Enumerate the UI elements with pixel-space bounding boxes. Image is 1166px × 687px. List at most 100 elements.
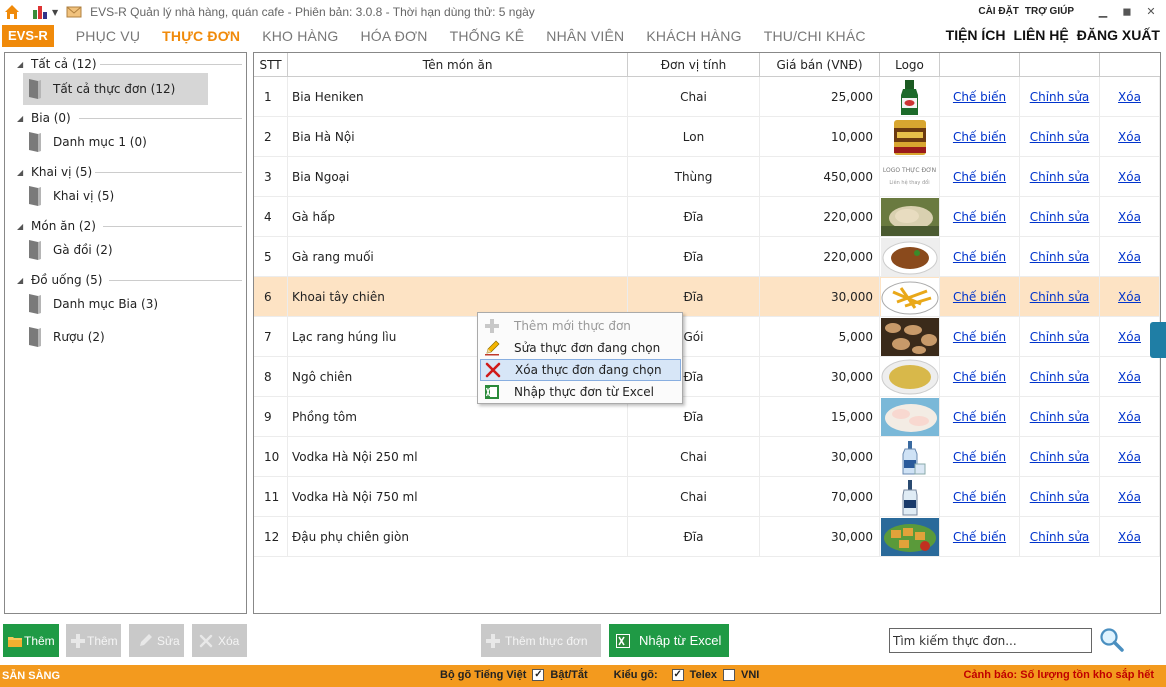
menu-khach-hang[interactable]: KHÁCH HÀNG (646, 28, 741, 44)
menu-nhan-vien[interactable]: NHÂN VIÊN (546, 28, 624, 44)
menu-dang-xuat[interactable]: ĐĂNG XUẤT (1077, 27, 1160, 43)
add-menu-button[interactable]: Thêm thực đơn (481, 624, 601, 657)
delete-link[interactable]: Xóa (1118, 130, 1141, 144)
edit-button[interactable]: Sửa (129, 624, 184, 657)
help-link[interactable]: TRỢ GIÚP (1025, 6, 1074, 17)
delete-link[interactable]: Xóa (1118, 370, 1141, 384)
tree-group-do-uong[interactable]: ◢ Đồ uống (5) (5, 271, 102, 289)
table-row[interactable]: 3 Bia Ngoại Thùng 450,000 LOGO THỰC ĐƠN Liên … (254, 157, 1160, 197)
minimize-icon[interactable]: ▁ (1094, 4, 1112, 18)
edit-link[interactable]: Chỉnh sửa (1030, 290, 1090, 304)
table-row[interactable]: 1 Bia Heniken Chai 25,000 Chế biến Chỉnh sửa X… (254, 77, 1160, 117)
collapse-arrow-icon[interactable]: ◢ (17, 168, 31, 177)
edit-link[interactable]: Chỉnh sửa (1030, 450, 1090, 464)
mail-icon[interactable] (66, 4, 82, 20)
delete-link[interactable]: Xóa (1118, 450, 1141, 464)
table-row[interactable]: 9 Phồng tôm Đĩa 15,000 Chế biến Chỉnh sửa Xóa (254, 397, 1160, 437)
table-row[interactable]: 6 Khoai tây chiên Đĩa 30,000 Chế biến Chỉnh s… (254, 277, 1160, 317)
menu-thu-chi-khac[interactable]: THU/CHI KHÁC (764, 28, 866, 44)
menu-tien-ich[interactable]: TIỆN ÍCH (946, 27, 1006, 43)
brand-button[interactable]: EVS-R (2, 25, 54, 47)
table-row[interactable]: 12 Đậu phụ chiên giòn Đĩa 30,000 Chế biến Chỉ… (254, 517, 1160, 557)
process-link[interactable]: Chế biến (953, 250, 1006, 264)
collapse-arrow-icon[interactable]: ◢ (17, 60, 31, 69)
tree-item-khai-vi[interactable]: Khai vị (5) (23, 180, 114, 212)
telex-checkbox[interactable]: ✓ (671, 669, 684, 681)
search-icon[interactable] (1099, 627, 1125, 653)
edit-link[interactable]: Chỉnh sửa (1030, 250, 1090, 264)
table-row[interactable]: 11 Vodka Hà Nội 750 ml Chai 70,000 Chế biến C… (254, 477, 1160, 517)
maximize-icon[interactable]: ◼ (1118, 4, 1136, 18)
tree-item-ruou[interactable]: Rượu (2) (23, 321, 105, 353)
col-header-stt[interactable]: STT (254, 53, 288, 77)
collapse-arrow-icon[interactable]: ◢ (17, 276, 31, 285)
table-row[interactable]: 8 Ngô chiên Đĩa 30,000 Chế biến Chỉnh sửa Xóa (254, 357, 1160, 397)
tree-group-khai-vi[interactable]: ◢ Khai vị (5) (5, 163, 92, 181)
search-input[interactable] (889, 628, 1092, 653)
col-header-name[interactable]: Tên món ăn (288, 53, 628, 77)
process-link[interactable]: Chế biến (953, 330, 1006, 344)
process-link[interactable]: Chế biến (953, 370, 1006, 384)
ctx-edit-menu[interactable]: Sửa thực đơn đang chọn (480, 337, 681, 359)
side-panel-tab[interactable] (1150, 322, 1166, 358)
ctx-delete-menu[interactable]: Xóa thực đơn đang chọn (480, 359, 681, 381)
edit-link[interactable]: Chỉnh sửa (1030, 130, 1090, 144)
vni-checkbox[interactable] (722, 669, 735, 681)
collapse-arrow-icon[interactable]: ◢ (17, 114, 31, 123)
delete-button[interactable]: Xóa (192, 624, 247, 657)
menu-thong-ke[interactable]: THỐNG KÊ (450, 28, 525, 44)
table-row[interactable]: 4 Gà hấp Đĩa 220,000 Chế biến Chỉnh sửa Xóa (254, 197, 1160, 237)
process-link[interactable]: Chế biến (953, 290, 1006, 304)
add-button[interactable]: Thêm (3, 624, 59, 657)
col-header-unit[interactable]: Đơn vị tính (628, 53, 760, 77)
process-link[interactable]: Chế biến (953, 410, 1006, 424)
home-icon[interactable] (4, 4, 20, 20)
tree-item-all-menu[interactable]: Tất cả thực đơn (12) (23, 73, 208, 105)
table-row[interactable]: 10 Vodka Hà Nội 250 ml Chai 30,000 Chế biến C… (254, 437, 1160, 477)
menu-thuc-don[interactable]: THỰC ĐƠN (162, 28, 240, 44)
table-row[interactable]: 5 Gà rang muối Đĩa 220,000 Chế biến Chỉnh sửa… (254, 237, 1160, 277)
delete-link[interactable]: Xóa (1118, 90, 1141, 104)
process-link[interactable]: Chế biến (953, 450, 1006, 464)
edit-link[interactable]: Chỉnh sửa (1030, 410, 1090, 424)
process-link[interactable]: Chế biến (953, 90, 1006, 104)
import-excel-button[interactable]: Nhập từ Excel (609, 624, 729, 657)
table-row[interactable]: 7 Lạc rang húng lìu Gói 5,000 Chế biến Chỉnh … (254, 317, 1160, 357)
delete-link[interactable]: Xóa (1118, 330, 1141, 344)
settings-link[interactable]: CÀI ĐẶT (978, 6, 1019, 17)
collapse-arrow-icon[interactable]: ◢ (17, 222, 31, 231)
menu-lien-he[interactable]: LIÊN HỆ (1014, 27, 1069, 43)
process-link[interactable]: Chế biến (953, 530, 1006, 544)
onoff-checkbox[interactable]: ✓ (532, 669, 545, 681)
edit-link[interactable]: Chỉnh sửa (1030, 170, 1090, 184)
ctx-import-excel[interactable]: Nhập thực đơn từ Excel (480, 381, 681, 403)
delete-link[interactable]: Xóa (1118, 290, 1141, 304)
tree-group-all[interactable]: ◢ Tất cả (12) (5, 55, 97, 73)
menu-phuc-vu[interactable]: PHỤC VỤ (76, 28, 140, 44)
process-link[interactable]: Chế biến (953, 170, 1006, 184)
tree-group-mon-an[interactable]: ◢ Món ăn (2) (5, 217, 96, 235)
tree-item-danh-muc-bia[interactable]: Danh mục Bia (3) (23, 288, 158, 320)
edit-link[interactable]: Chỉnh sửa (1030, 330, 1090, 344)
edit-link[interactable]: Chỉnh sửa (1030, 210, 1090, 224)
col-header-logo[interactable]: Logo (880, 53, 940, 77)
delete-link[interactable]: Xóa (1118, 170, 1141, 184)
edit-link[interactable]: Chỉnh sửa (1030, 90, 1090, 104)
tree-item-danh-muc-1[interactable]: Danh mục 1 (0) (23, 126, 147, 158)
delete-link[interactable]: Xóa (1118, 210, 1141, 224)
delete-link[interactable]: Xóa (1118, 490, 1141, 504)
tree-item-ga-doi[interactable]: Gà đồi (2) (23, 234, 113, 266)
process-link[interactable]: Chế biến (953, 130, 1006, 144)
delete-link[interactable]: Xóa (1118, 530, 1141, 544)
table-row[interactable]: 2 Bia Hà Nội Lon 10,000 Chế biến Chỉnh sửa Xóa (254, 117, 1160, 157)
process-link[interactable]: Chế biến (953, 210, 1006, 224)
ctx-add-menu[interactable]: Thêm mới thực đơn (480, 315, 681, 337)
edit-link[interactable]: Chỉnh sửa (1030, 530, 1090, 544)
process-link[interactable]: Chế biến (953, 490, 1006, 504)
menu-hoa-don[interactable]: HÓA ĐƠN (360, 28, 427, 44)
dropdown-arrow-icon[interactable]: ▼ (52, 8, 58, 17)
menu-kho-hang[interactable]: KHO HÀNG (262, 28, 338, 44)
edit-link[interactable]: Chỉnh sửa (1030, 370, 1090, 384)
add-disabled-button[interactable]: Thêm (66, 624, 121, 657)
col-header-price[interactable]: Giá bán (VNĐ) (760, 53, 880, 77)
